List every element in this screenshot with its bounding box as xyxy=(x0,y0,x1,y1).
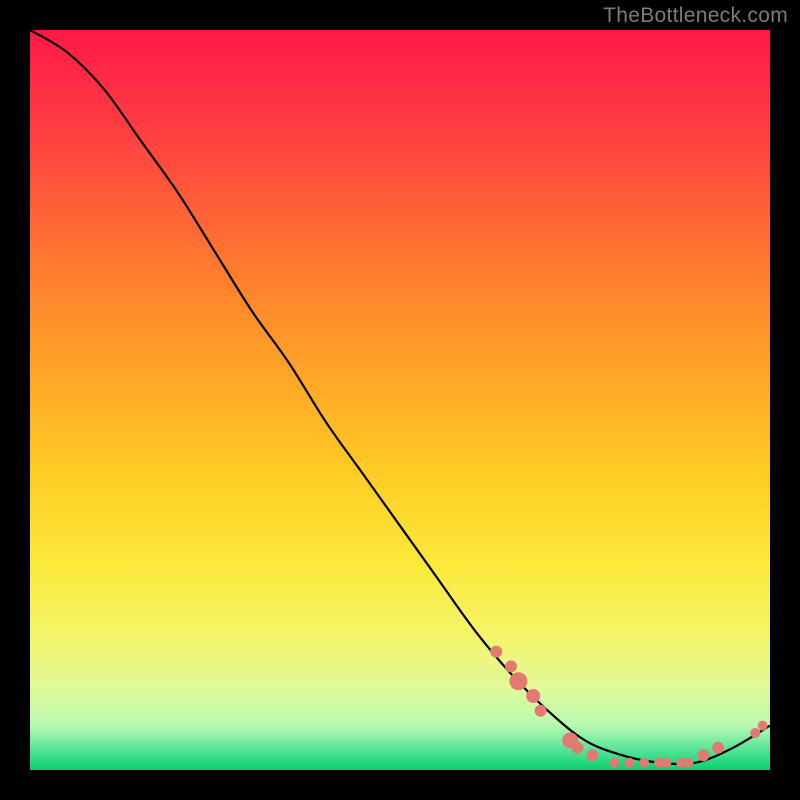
marker-point xyxy=(624,758,634,768)
marker-point xyxy=(490,646,502,658)
marker-point xyxy=(697,749,709,761)
plot-area xyxy=(30,30,770,770)
chart-container: TheBottleneck.com xyxy=(0,0,800,800)
marker-point xyxy=(505,660,517,672)
watermark-text: TheBottleneck.com xyxy=(603,4,788,28)
marker-point xyxy=(750,728,760,738)
marker-point xyxy=(572,742,584,754)
marker-point xyxy=(526,689,540,703)
curve-layer xyxy=(30,30,770,770)
marker-point xyxy=(684,758,694,768)
marker-point xyxy=(758,721,768,731)
marker-point xyxy=(610,758,620,768)
marker-point xyxy=(639,758,649,768)
marker-group xyxy=(490,646,767,768)
marker-point xyxy=(661,758,671,768)
bottleneck-curve xyxy=(30,30,770,764)
marker-point xyxy=(535,705,547,717)
marker-point xyxy=(712,742,724,754)
marker-point xyxy=(586,749,598,761)
marker-point xyxy=(509,672,527,690)
